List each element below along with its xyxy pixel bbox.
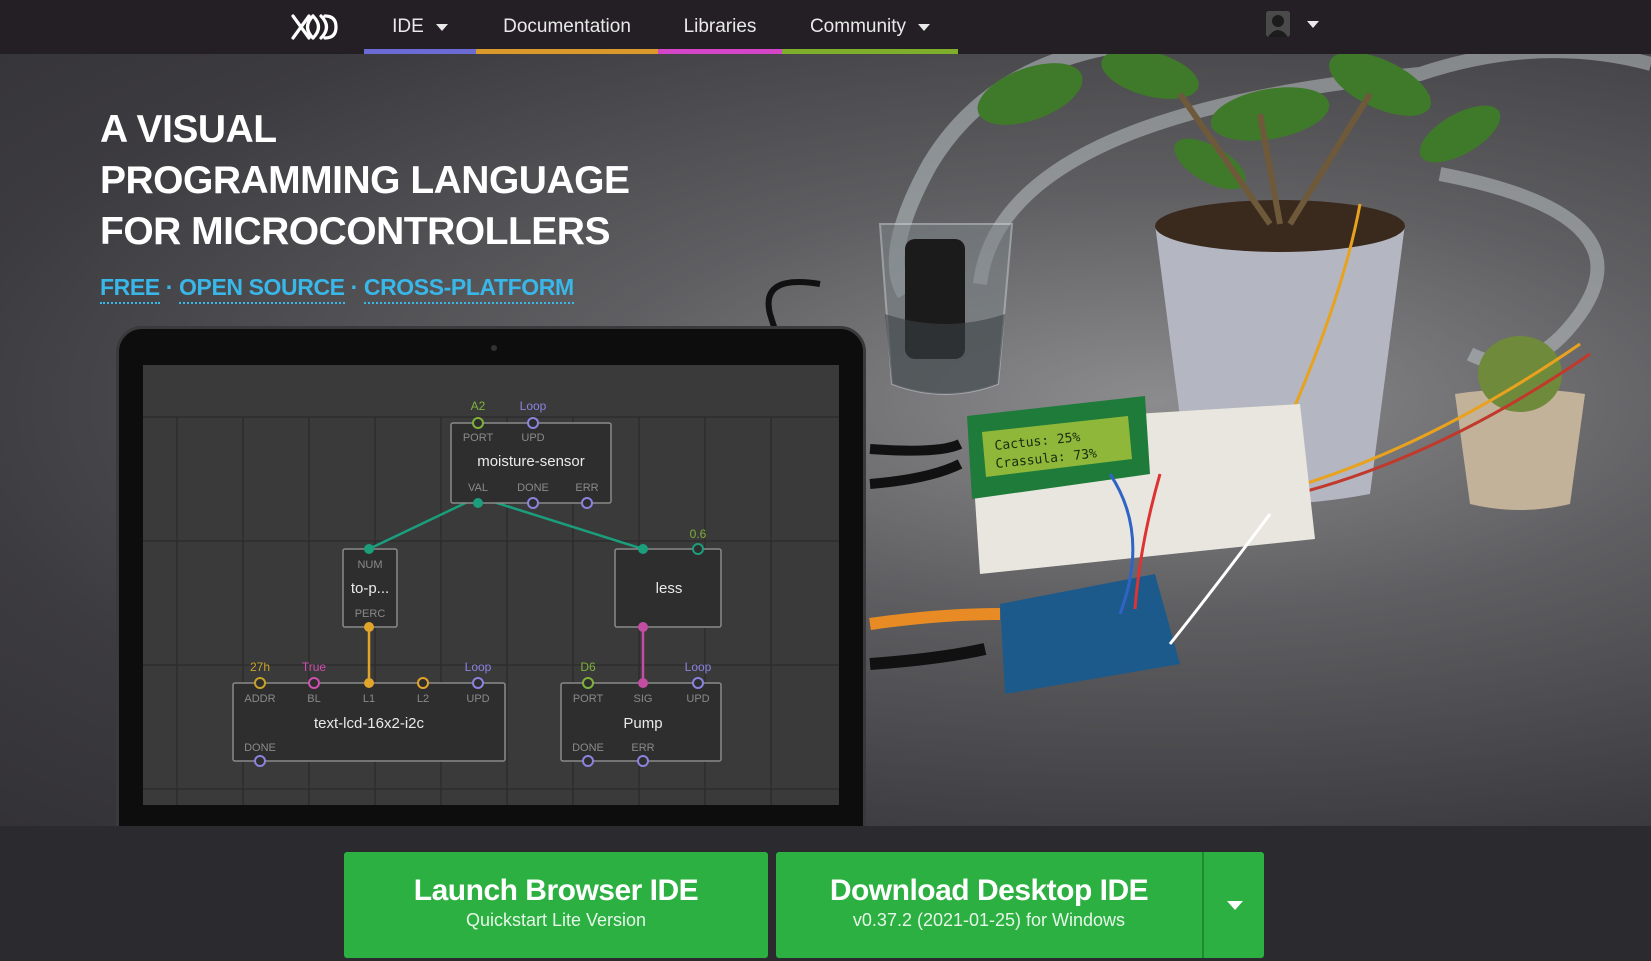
nav-item-underline xyxy=(476,49,658,54)
node-pump[interactable]: D6 Loop PORT SIG UPD Pump DONE ERR xyxy=(560,660,722,767)
laptop-mockup: A2 Loop PORT UPD moisture-sensor VAL DON… xyxy=(116,326,866,826)
pin-label: PORT xyxy=(573,693,604,705)
avatar[interactable] xyxy=(1266,11,1290,37)
node-title: less xyxy=(656,580,683,597)
pin-label: ERR xyxy=(631,742,654,754)
nav-item-underline xyxy=(782,49,958,54)
node-to-percent[interactable]: NUM to-p... PERC xyxy=(342,544,398,632)
tagline-link-open-source[interactable]: OPEN SOURCE xyxy=(179,274,345,304)
pin-label: UPD xyxy=(686,693,709,705)
launch-browser-ide-button[interactable]: Launch Browser IDE Quickstart Lite Versi… xyxy=(344,852,768,958)
account-menu-chevron-icon[interactable] xyxy=(1307,21,1319,28)
button-sublabel: v0.37.2 (2021-01-25) for Windows xyxy=(852,910,1126,930)
pin-label: UPD xyxy=(521,432,544,444)
nav-item-label: Libraries xyxy=(683,16,757,37)
pin-label: VAL xyxy=(468,482,488,494)
node-title: text-lcd-16x2-i2c xyxy=(314,715,425,732)
pin-label: L1 xyxy=(363,693,375,705)
pin-label: ADDR xyxy=(244,693,275,705)
tagline-separator: · xyxy=(165,274,174,300)
hero-tagline: FREE · OPEN SOURCE · CROSS-PLATFORM xyxy=(100,274,574,304)
download-desktop-ide-button[interactable]: Download Desktop IDE v0.37.2 (2021-01-25… xyxy=(776,852,1202,958)
node-title: Pump xyxy=(623,715,662,732)
xod-logo[interactable] xyxy=(289,8,343,46)
pin-label: NUM xyxy=(357,559,382,571)
pin-label: BL xyxy=(307,693,320,705)
tagline-link-free[interactable]: FREE xyxy=(100,274,160,304)
pin-value: Loop xyxy=(520,399,547,413)
tagline-link-cross-platform[interactable]: CROSS-PLATFORM xyxy=(363,274,574,304)
download-options-dropdown-button[interactable] xyxy=(1202,852,1264,958)
pin-label: DONE xyxy=(244,742,276,754)
button-sublabel: Quickstart Lite Version xyxy=(465,910,647,930)
patch-screen: A2 Loop PORT UPD moisture-sensor VAL DON… xyxy=(143,365,839,805)
pin-label: DONE xyxy=(572,742,604,754)
tagline-separator: · xyxy=(350,274,359,300)
pin-value: 27h xyxy=(250,660,270,674)
pin-value: A2 xyxy=(471,399,486,413)
pin-label: PORT xyxy=(463,432,494,444)
cta-bar: Launch Browser IDE Quickstart Lite Versi… xyxy=(0,826,1651,961)
button-label: Launch Browser IDE xyxy=(413,874,699,907)
nav-item-underline xyxy=(364,49,476,54)
chevron-down-icon xyxy=(435,23,448,31)
pin-value: Loop xyxy=(685,660,712,674)
nav-item-documentation[interactable]: Documentation xyxy=(476,0,658,54)
pin-label: UPD xyxy=(466,693,489,705)
node-title: to-p... xyxy=(351,580,389,597)
top-navbar: IDE Documentation Libraries Community xyxy=(0,0,1651,54)
hero-section: Cactus: 25% Crassula: 73% A VISUAL PROGR… xyxy=(0,54,1651,826)
nav-item-label: Documentation xyxy=(503,16,631,37)
pin-label: PERC xyxy=(355,608,386,620)
nav-item-underline xyxy=(658,49,782,54)
nav-item-community[interactable]: Community xyxy=(782,0,958,54)
nav-item-libraries[interactable]: Libraries xyxy=(658,0,782,54)
laptop-camera xyxy=(491,345,497,351)
pin-label: SIG xyxy=(634,693,653,705)
patch-diagram: A2 Loop PORT UPD moisture-sensor VAL DON… xyxy=(143,399,839,805)
pin-value: D6 xyxy=(580,660,596,674)
user-avatar-icon xyxy=(1266,11,1290,37)
pin-value: Loop xyxy=(465,660,492,674)
pin-label: DONE xyxy=(517,482,549,494)
nav-item-label: IDE xyxy=(392,16,424,37)
headline-line: A VISUAL xyxy=(100,108,277,151)
nav-item-ide[interactable]: IDE xyxy=(364,0,476,54)
pin-label: L2 xyxy=(417,693,429,705)
headline-line: FOR MICROCONTROLLERS xyxy=(100,210,610,253)
node-title: moisture-sensor xyxy=(477,453,585,470)
hero-headline: A VISUAL PROGRAMMING LANGUAGE FOR MICROC… xyxy=(100,104,630,257)
node-moisture-sensor[interactable]: A2 Loop PORT UPD moisture-sensor VAL DON… xyxy=(450,399,612,509)
headline-line: PROGRAMMING LANGUAGE xyxy=(100,159,630,202)
chevron-down-icon xyxy=(1227,901,1243,910)
pin-value: True xyxy=(302,660,327,674)
pin-label: ERR xyxy=(575,482,598,494)
nav-item-label: Community xyxy=(809,16,907,37)
pin-value: 0.6 xyxy=(690,527,707,541)
button-label: Download Desktop IDE xyxy=(829,874,1149,907)
chevron-down-icon xyxy=(918,23,931,31)
